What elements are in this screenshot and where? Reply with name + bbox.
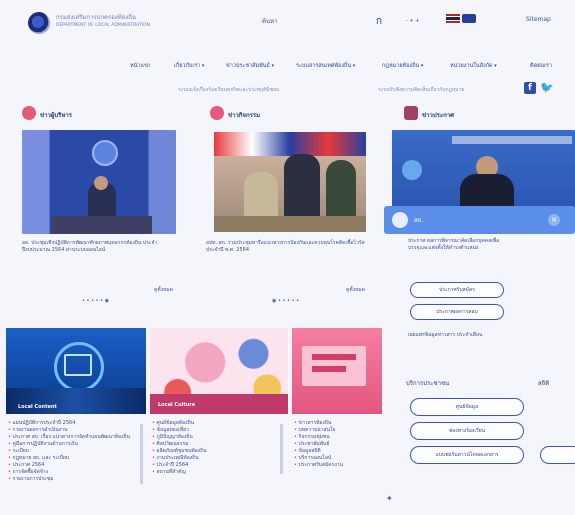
twitter-icon[interactable]: 🐦 xyxy=(540,82,554,94)
list-item[interactable]: ข้อมูลสถิติ xyxy=(294,448,380,455)
stats-heading: สถิติ xyxy=(538,380,550,387)
announcement-heading: ข่าวประกาศ xyxy=(422,112,454,119)
nav-news[interactable]: ข่าวประชาสัมพันธ์ xyxy=(226,62,274,70)
executive-news-heading: ข่าวผู้บริหาร xyxy=(40,112,72,119)
activity-news-heading: ข่าวกิจกรรม xyxy=(228,112,261,119)
nav-contact[interactable]: ติดต่อเรา xyxy=(530,62,552,70)
list-item[interactable]: งานประเพณีท้องถิ่น xyxy=(152,455,276,462)
activity-pagination[interactable]: ◉ • • • • • xyxy=(272,298,299,304)
list-item[interactable]: ข่าวสารท้องถิ่น xyxy=(294,420,380,427)
list-scrollbar[interactable] xyxy=(280,424,283,474)
list-item[interactable]: รายงานผลการดำเนินงาน xyxy=(8,427,136,434)
nav-about[interactable]: เกี่ยวกับเรา xyxy=(174,62,204,70)
announcement-photo[interactable] xyxy=(392,130,575,210)
list-item[interactable]: แผนปฏิบัติการประจำปี 2564 xyxy=(8,420,136,427)
org-name-thai: กรมส่งเสริมการปกครองท้องถิ่น xyxy=(56,14,136,21)
popup-title: สถ. xyxy=(414,217,424,224)
back-to-top-icon[interactable]: ✦ xyxy=(386,494,393,503)
executive-news-caption[interactable]: อธ. ประชุมเชิงปฏิบัติการพัฒนาศักยภาพบุคล… xyxy=(22,240,182,254)
list-item[interactable]: สถานที่สำคัญ xyxy=(152,469,276,476)
popup-note: เผยแพร่ข้อมูลข่าวสาร ประจำเดือน xyxy=(408,332,483,338)
third-card-list: ข่าวสารท้องถิ่น บทความน่าสนใจ กิจกรรมชุม… xyxy=(294,420,380,469)
activity-news-caption[interactable]: อปท. สถ. ร่วมประชุมหารือแนวทางการป้องกัน… xyxy=(206,240,372,254)
english-flag-icon[interactable] xyxy=(462,14,476,23)
org-name: กรมส่งเสริมการปกครองท้องถิ่น DEPARTMENT … xyxy=(56,14,176,30)
list-item[interactable]: ประกาศ สถ. เรื่อง แนวทางการจัดทำแผนพัฒนา… xyxy=(8,434,136,441)
side-partial-button[interactable] xyxy=(540,446,575,464)
accessibility-icon[interactable]: ก xyxy=(376,14,382,29)
complaint-link[interactable]: ระบบแจ้งเรื่องร้องเรียนทุจริตและประพฤติม… xyxy=(178,86,279,94)
list-item[interactable]: ประชาสัมพันธ์ xyxy=(294,441,380,448)
executive-more-link[interactable]: ดูทั้งหมด xyxy=(154,286,173,294)
nav-laws[interactable]: กฎหมายท้องถิ่น xyxy=(382,62,423,70)
nav-info-systems[interactable]: ระบบสารสนเทศท้องถิ่น xyxy=(296,62,355,70)
list-item[interactable]: ข้อมูลท่องเที่ยว xyxy=(152,427,276,434)
local-culture-list: ศูนย์ข้อมูลท้องถิ่น ข้อมูลท่องเที่ยว ภูม… xyxy=(152,420,276,476)
announcement-icon xyxy=(404,106,418,120)
list-item[interactable]: กิจกรรมชุมชน xyxy=(294,434,380,441)
facebook-icon[interactable]: f xyxy=(524,82,536,94)
list-item[interactable]: รายงานการประชุม xyxy=(8,476,136,483)
local-content-list: แผนปฏิบัติการประจำปี 2564 รายงานผลการดำเ… xyxy=(8,420,136,483)
nav-home[interactable]: หน้าแรก xyxy=(130,62,150,70)
local-content-card-image[interactable]: Local Content xyxy=(6,328,146,414)
info-center-button[interactable]: ศูนย์ข้อมูล xyxy=(410,398,524,416)
font-size-control[interactable]: - + + xyxy=(406,18,419,24)
download-forms-button[interactable]: แบบฟอร์มดาวน์โหลดเอกสาร xyxy=(410,446,524,464)
list-item[interactable]: ระเบียบ xyxy=(8,448,136,455)
activity-more-link[interactable]: ดูทั้งหมด xyxy=(346,286,365,294)
nav-agencies[interactable]: หน่วยงานในสังกัด xyxy=(450,62,497,70)
list-item[interactable]: การจัดซื้อจัดจ้าง xyxy=(8,469,136,476)
sitemap-link[interactable]: Sitemap xyxy=(526,16,551,23)
list-item[interactable]: ประกาศ 2564 xyxy=(8,462,136,469)
executive-news-icon xyxy=(22,106,36,120)
activity-news-icon xyxy=(210,106,224,120)
local-culture-banner: Local Culture xyxy=(158,402,196,408)
apply-announcement-button[interactable]: ประกาศรับสมัคร xyxy=(410,282,504,298)
list-item[interactable]: ศูนย์ข้อมูลท้องถิ่น xyxy=(152,420,276,427)
list-item[interactable]: ประจำปี 2564 xyxy=(152,462,276,469)
third-card-image[interactable] xyxy=(292,328,382,414)
list-item[interactable]: ประกาศรับสมัครงาน xyxy=(294,462,380,469)
popup-bar[interactable]: สถ. × xyxy=(384,206,575,234)
executive-news-photo[interactable] xyxy=(22,130,176,234)
local-culture-card-image[interactable]: Local Culture xyxy=(150,328,288,414)
popup-avatar xyxy=(392,212,408,228)
search-link[interactable]: ค้นหา xyxy=(262,16,277,26)
department-logo[interactable] xyxy=(28,12,50,34)
list-item[interactable]: ภูมิปัญญาท้องถิ่น xyxy=(152,434,276,441)
local-content-banner: Local Content xyxy=(18,404,57,410)
list-item[interactable]: บริการออนไลน์ xyxy=(294,455,380,462)
exam-results-button[interactable]: ประกาศผลการสอบ xyxy=(410,304,504,320)
complaint-channel-button[interactable]: ช่องทางร้องเรียน xyxy=(410,422,524,440)
citizen-services-heading: บริการประชาชน xyxy=(406,380,450,387)
org-name-english: DEPARTMENT OF LOCAL ADMINISTRATION xyxy=(56,23,150,28)
activity-news-photo[interactable] xyxy=(214,132,366,232)
thai-flag-icon[interactable] xyxy=(446,14,460,23)
list-item[interactable]: กฎหมาย สถ. และ ระเบียบ xyxy=(8,455,136,462)
list-item[interactable]: ผลิตภัณฑ์ชุมชนท้องถิ่น xyxy=(152,448,276,455)
executive-pagination[interactable]: • • • • • ◉ xyxy=(82,298,109,304)
list-item[interactable]: บทความน่าสนใจ xyxy=(294,427,380,434)
popup-text: ประกาศ ผลการพิจารณาคัดเลือกบุคคลเพื่อบรร… xyxy=(408,238,500,251)
law-feedback-link[interactable]: ระบบรับฟังความคิดเห็นเกี่ยวกับกฎหมาย xyxy=(378,86,464,94)
list-scrollbar[interactable] xyxy=(140,424,143,484)
list-item[interactable]: ศิลปวัฒนธรรม xyxy=(152,441,276,448)
close-icon[interactable]: × xyxy=(548,214,560,226)
list-item[interactable]: คู่มือการปฏิบัติงานด้านการเงิน xyxy=(8,441,136,448)
